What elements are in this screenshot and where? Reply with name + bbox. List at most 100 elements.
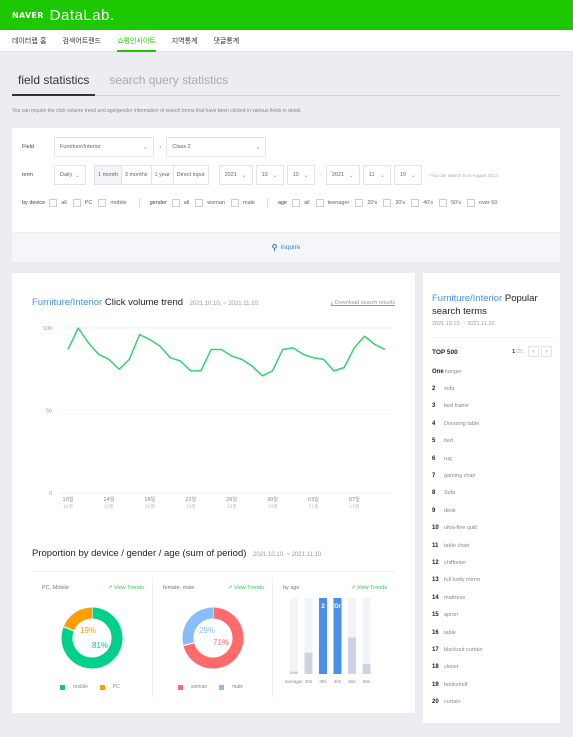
bar-track (290, 598, 298, 674)
end-year-value: 2021 (331, 172, 345, 178)
rank-number: 17 (432, 646, 439, 653)
list-item[interactable]: 2 sofa (432, 380, 554, 397)
end-year-select[interactable]: 2021 ⌄ (325, 165, 360, 185)
list-item[interactable]: 6 rug (432, 450, 554, 467)
nav-item-regional-stats[interactable]: 지역통계 (172, 30, 198, 52)
tab-search-query-statistics[interactable]: search query statistics (103, 64, 234, 96)
list-item[interactable]: 4 Dressing table (432, 415, 554, 432)
age-teenager-checkbox[interactable]: teenager (315, 198, 350, 207)
age-view-trends-link[interactable]: ↗ View Trends (351, 585, 387, 591)
inquire-button[interactable]: ⚲ Inquire (12, 232, 560, 262)
list-item[interactable]: One hanger (432, 363, 554, 380)
search-term: chiffonier (444, 559, 467, 566)
end-month-select[interactable]: 11 ⌄ (362, 165, 391, 185)
list-item[interactable]: 9 desk (432, 502, 554, 519)
field-row: Field Furniture/Interior ⌄ › Class 2 ⌄ (12, 137, 267, 157)
field-select[interactable]: Furniture/Interior ⌄ (54, 137, 154, 157)
age-20s-checkbox[interactable]: 20's (355, 198, 377, 207)
checkbox-label: teenager (327, 199, 350, 206)
checkbox-label: 30's (395, 199, 406, 206)
start-day-select[interactable]: 10 ⌄ (286, 165, 315, 185)
x-tick-day: 30일 (267, 496, 278, 503)
list-item[interactable]: 11 table chair (432, 537, 554, 554)
gender-male-checkbox[interactable]: male (231, 198, 255, 207)
nav-item-shopping-insight[interactable]: 쇼핑인사이트 (117, 30, 156, 52)
age-50s-checkbox[interactable]: 50's (439, 198, 462, 207)
list-item[interactable]: 20 curtain (432, 693, 554, 710)
legend-label: woman (191, 684, 208, 690)
nav-item-search-trend[interactable]: 검색어트렌드 (62, 30, 101, 52)
age-all-checkbox[interactable]: all (292, 198, 310, 207)
age-40s-checkbox[interactable]: 40's (411, 198, 434, 207)
list-item[interactable]: 15 apron (432, 606, 554, 623)
list-item[interactable]: 8 Sofa (432, 485, 554, 502)
checkbox-label: 40's (423, 199, 434, 206)
device-pc-checkbox[interactable]: PC (72, 198, 92, 207)
list-item[interactable]: 12 chiffonier (432, 554, 554, 571)
legend-label: PC (112, 684, 120, 690)
tab-field-statistics[interactable]: field statistics (12, 64, 96, 96)
list-item[interactable]: 19 bookshelf (432, 676, 554, 693)
list-item[interactable]: 16 table (432, 624, 554, 641)
x-tick-month: 10월 (227, 503, 237, 510)
search-term: apron (444, 612, 459, 619)
search-term: table (444, 629, 456, 636)
rank-number: 4 (432, 420, 436, 427)
list-item[interactable]: 7 gaming chair (432, 467, 554, 484)
start-month-select[interactable]: 10 ⌄ (255, 165, 284, 185)
prev-page-button[interactable]: ‹ (528, 346, 539, 357)
list-item[interactable]: 14 mattress (432, 589, 554, 606)
list-item[interactable]: 5 bed (432, 433, 554, 450)
list-item[interactable]: 17 blackout curtain (432, 641, 554, 658)
x-tick-day: 03일 (308, 496, 319, 503)
divider (432, 337, 554, 338)
period-3-months[interactable]: 3 months (122, 166, 152, 184)
class-select[interactable]: Class 2 ⌄ (166, 137, 267, 157)
proportion-title: Proportion by device / gender / age (sum… (32, 548, 323, 559)
period-1-year[interactable]: 1 year (152, 166, 174, 184)
checkbox-label: 50's (451, 199, 462, 206)
age-30s-checkbox[interactable]: 30's (383, 198, 406, 207)
term-row: term Daily ⌄ 1 month 3 months 1 year Dire… (12, 165, 499, 185)
gender-all-checkbox[interactable]: all (171, 198, 189, 207)
start-year-select[interactable]: 2021 ⌄ (218, 165, 253, 185)
checkbox-box (171, 198, 180, 207)
device-view-trends-link[interactable]: ↗ View Trends (108, 585, 144, 591)
age-bar-60s (362, 664, 371, 674)
checkbox-label: woman (207, 199, 225, 206)
gender-woman-checkbox[interactable]: woman (195, 198, 225, 207)
download-results-link[interactable]: ⤓ Download search results (331, 300, 395, 307)
age-over-60-checkbox[interactable]: over 60 (467, 198, 497, 207)
list-item[interactable]: 18 closet (432, 659, 554, 676)
list-item[interactable]: 13 full body mirror (432, 572, 554, 589)
start-month-value: 10 (261, 172, 268, 178)
period-1-month[interactable]: 1 month (95, 166, 122, 184)
rank-number: 13 (432, 577, 439, 584)
next-page-button[interactable]: › (541, 346, 552, 357)
proportion-title-text: Proportion by device / gender / age (sum… (32, 548, 247, 559)
interval-select[interactable]: Daily ⌄ (54, 165, 86, 185)
device-all-checkbox[interactable]: all (49, 198, 67, 207)
trend-title: Furniture/Interior Click volume trend 20… (32, 297, 259, 308)
checkbox-box (98, 198, 107, 207)
end-day-select[interactable]: 10 ⌄ (393, 165, 422, 185)
chevron-down-icon: ⌄ (303, 172, 309, 179)
top-bar: NAVER DataLab. (0, 0, 573, 30)
datalab-logo[interactable]: DataLab. (50, 7, 115, 24)
gender-view-trends-link[interactable]: ↗ View Trends (228, 585, 264, 591)
nav-item-comment-stats[interactable]: 댓글통계 (213, 30, 239, 52)
list-item[interactable]: 3 bed frame (432, 398, 554, 415)
nav-item-home[interactable]: 데이터랩 홈 (12, 30, 46, 52)
start-year-value: 2021 (224, 172, 237, 178)
device-mobile-checkbox[interactable]: mobile (98, 198, 127, 207)
naver-logo[interactable]: NAVER (12, 11, 44, 20)
period-direct-input[interactable]: Direct input (174, 166, 208, 184)
search-term: closet (444, 664, 459, 671)
trend-chart-icon: ↗ (107, 585, 113, 591)
trend-card: Furniture/Interior Click volume trend 20… (12, 273, 415, 713)
top-label: TOP 500 (432, 349, 458, 356)
chevron-down-icon: ⌄ (379, 172, 385, 179)
x-tick-label: teenager (285, 679, 303, 684)
search-term: curtain (444, 699, 461, 706)
list-item[interactable]: 10 ultra-fine quilt (432, 520, 554, 537)
